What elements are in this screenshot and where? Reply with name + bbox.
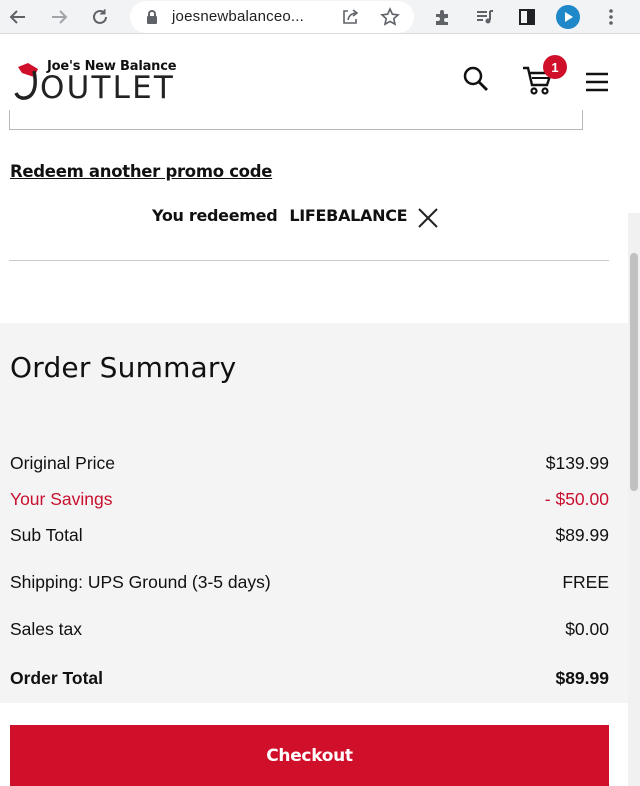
redeemed-code: LIFEBALANCE xyxy=(289,206,408,225)
back-icon[interactable] xyxy=(5,4,31,30)
lock-icon[interactable] xyxy=(142,7,162,27)
scrollbar-thumb[interactable] xyxy=(630,253,638,491)
order-summary-panel: Order Summary Original Price $139.99 You… xyxy=(0,323,628,703)
extensions-puzzle-icon[interactable] xyxy=(430,4,456,30)
order-total-label: Order Total xyxy=(10,668,104,688)
redeemed-label: You redeemed xyxy=(152,206,278,225)
sales-tax-value: $0.00 xyxy=(565,619,609,639)
address-bar[interactable]: joesnewbalanceo... xyxy=(130,1,414,33)
subtotal-value: $89.99 xyxy=(555,525,609,545)
logo-bottom-text: OUTLET xyxy=(40,70,176,106)
shipping-value: FREE xyxy=(562,572,609,592)
hamburger-menu-icon[interactable] xyxy=(583,68,611,96)
browser-menu-icon[interactable] xyxy=(598,4,624,30)
redeem-another-promo-link[interactable]: Redeem another promo code xyxy=(10,162,272,181)
savings-value: - $50.00 xyxy=(544,489,609,509)
browser-toolbar: joesnewbalanceo... xyxy=(0,0,640,34)
page-scrollbar[interactable] xyxy=(628,213,640,786)
close-icon[interactable] xyxy=(415,205,441,231)
cart-count-badge: 1 xyxy=(543,55,567,79)
savings-label: Your Savings xyxy=(10,489,113,509)
search-icon[interactable] xyxy=(460,63,492,95)
redeemed-promo-message: You redeemed LIFEBALANCE xyxy=(152,206,408,225)
promo-input-remnant xyxy=(9,110,583,130)
order-summary-title: Order Summary xyxy=(10,351,237,384)
site-logo[interactable]: Joe's New Balance OUTLET xyxy=(14,59,184,106)
share-icon[interactable] xyxy=(340,7,360,27)
bookmark-star-icon[interactable] xyxy=(380,7,400,27)
shipping-label: Shipping: UPS Ground (3-5 days) xyxy=(10,572,271,592)
side-panel-icon[interactable] xyxy=(514,4,540,30)
original-price-label: Original Price xyxy=(10,453,116,473)
url-text[interactable]: joesnewbalanceo... xyxy=(172,8,304,25)
subtotal-label: Sub Total xyxy=(10,525,83,545)
extension-play-icon[interactable] xyxy=(555,4,581,30)
section-divider xyxy=(9,260,609,261)
sales-tax-label: Sales tax xyxy=(10,619,82,639)
media-queue-icon[interactable] xyxy=(472,4,498,30)
original-price-value: $139.99 xyxy=(545,453,609,473)
forward-icon[interactable] xyxy=(46,4,72,30)
checkout-button[interactable]: Checkout xyxy=(10,725,609,786)
order-total-value: $89.99 xyxy=(555,668,609,688)
reload-icon[interactable] xyxy=(87,4,113,30)
